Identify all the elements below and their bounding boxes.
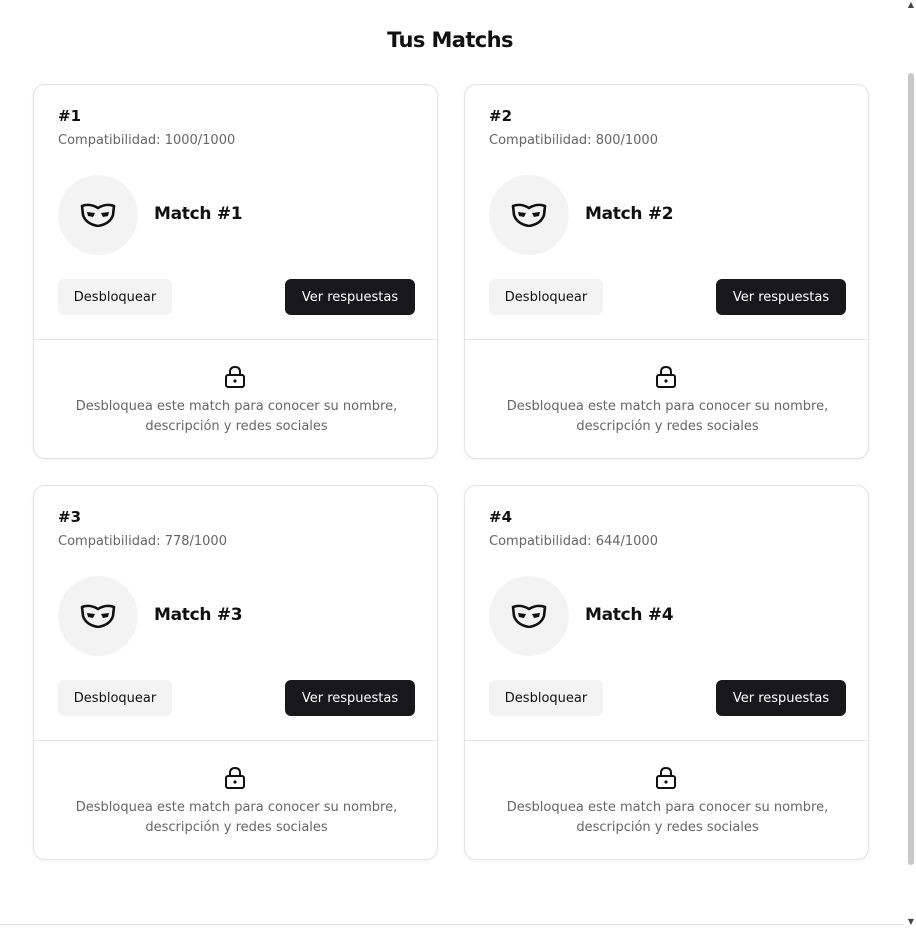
- mask-icon: [511, 604, 547, 628]
- avatar: [58, 576, 138, 656]
- view-answers-button[interactable]: Ver respuestas: [285, 279, 415, 315]
- avatar: [489, 175, 569, 255]
- page: Tus Matchs #1 Compatibilidad: 1000/1000 …: [0, 0, 916, 929]
- match-card: #4 Compatibilidad: 644/1000 Match #4 Des…: [464, 485, 869, 860]
- lock-icon: [656, 766, 676, 789]
- match-card: #2 Compatibilidad: 800/1000 Match #2 Des…: [464, 84, 869, 459]
- match-name: Match #1: [154, 204, 243, 224]
- locked-message: Desbloquea este match para conocer su no…: [54, 397, 419, 437]
- locked-message-line: Desbloquea este match para conocer su no…: [75, 399, 398, 414]
- unlock-button[interactable]: Desbloquear: [489, 279, 603, 315]
- locked-message-line: descripción y redes sociales: [576, 820, 759, 835]
- compatibility-score: Compatibilidad: 644/1000: [489, 534, 658, 549]
- match-number: #3: [58, 508, 82, 526]
- view-answers-button[interactable]: Ver respuestas: [285, 680, 415, 716]
- locked-message: Desbloquea este match para conocer su no…: [485, 397, 850, 437]
- locked-message-line: Desbloquea este match para conocer su no…: [506, 399, 829, 414]
- locked-message-line: descripción y redes sociales: [145, 820, 328, 835]
- compatibility-score: Compatibilidad: 1000/1000: [58, 133, 236, 148]
- locked-message-line: descripción y redes sociales: [576, 419, 759, 434]
- unlock-button[interactable]: Desbloquear: [58, 680, 172, 716]
- locked-message: Desbloquea este match para conocer su no…: [485, 798, 850, 838]
- match-name: Match #4: [585, 605, 674, 625]
- match-number: #4: [489, 508, 513, 526]
- match-card: #1 Compatibilidad: 1000/1000 Match #1 De…: [33, 84, 438, 459]
- mask-icon: [511, 203, 547, 227]
- lock-icon: [225, 766, 245, 789]
- avatar: [489, 576, 569, 656]
- match-name: Match #2: [585, 204, 674, 224]
- unlock-button[interactable]: Desbloquear: [58, 279, 172, 315]
- page-title: Tus Matchs: [387, 28, 513, 52]
- view-answers-button[interactable]: Ver respuestas: [716, 279, 846, 315]
- match-number: #1: [58, 107, 82, 125]
- lock-icon: [225, 365, 245, 388]
- view-answers-button[interactable]: Ver respuestas: [716, 680, 846, 716]
- locked-message-line: Desbloquea este match para conocer su no…: [506, 800, 829, 815]
- mask-icon: [80, 203, 116, 227]
- compatibility-score: Compatibilidad: 800/1000: [489, 133, 658, 148]
- lock-icon: [656, 365, 676, 388]
- compatibility-score: Compatibilidad: 778/1000: [58, 534, 227, 549]
- match-number: #2: [489, 107, 513, 125]
- scrollbar-thumb[interactable]: [908, 73, 914, 865]
- mask-icon: [80, 604, 116, 628]
- divider: [465, 339, 868, 340]
- arrow-up-icon[interactable]: ▲: [906, 0, 916, 10]
- divider: [0, 924, 904, 925]
- match-name: Match #3: [154, 605, 243, 625]
- locked-message-line: Desbloquea este match para conocer su no…: [75, 800, 398, 815]
- divider: [34, 740, 437, 741]
- divider: [34, 339, 437, 340]
- avatar: [58, 175, 138, 255]
- unlock-button[interactable]: Desbloquear: [489, 680, 603, 716]
- locked-message-line: descripción y redes sociales: [145, 419, 328, 434]
- vertical-scrollbar[interactable]: ▲ ▼: [904, 0, 916, 929]
- match-card: #3 Compatibilidad: 778/1000 Match #3 Des…: [33, 485, 438, 860]
- arrow-down-icon[interactable]: ▼: [906, 917, 916, 927]
- locked-message: Desbloquea este match para conocer su no…: [54, 798, 419, 838]
- divider: [465, 740, 868, 741]
